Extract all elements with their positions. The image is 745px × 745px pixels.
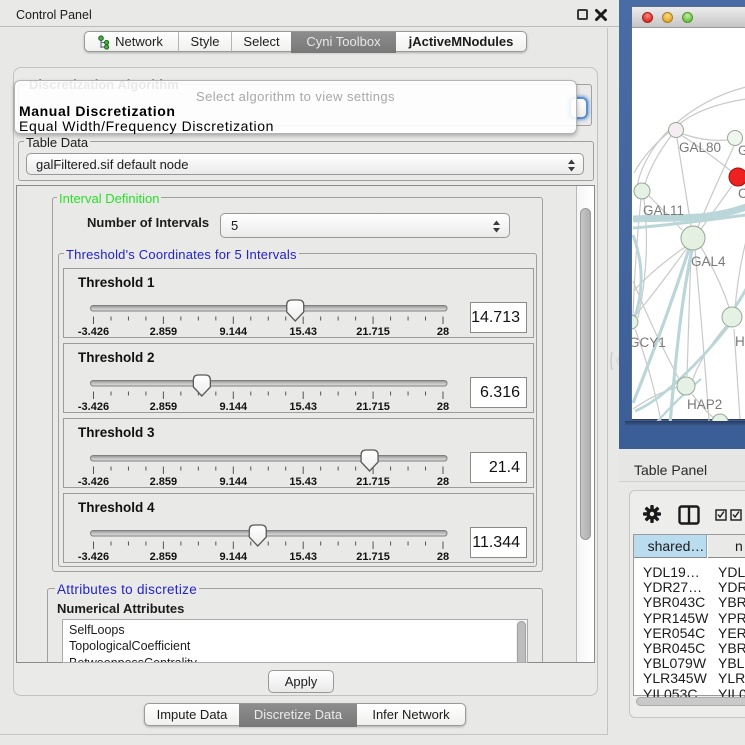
svg-text:15.43: 15.43: [289, 551, 317, 563]
svg-text:28: 28: [437, 551, 449, 563]
svg-text:21.715: 21.715: [356, 476, 390, 488]
svg-text:2.859: 2.859: [150, 551, 178, 563]
svg-text:28: 28: [437, 476, 449, 488]
svg-text:9.144: 9.144: [220, 476, 248, 488]
svg-text:-3.426: -3.426: [78, 476, 109, 488]
svg-text:21.715: 21.715: [356, 551, 390, 563]
svg-text:GAL4: GAL4: [691, 254, 726, 269]
svg-text:2.859: 2.859: [150, 326, 178, 338]
svg-text:9.144: 9.144: [220, 551, 248, 563]
svg-text:15.43: 15.43: [289, 401, 317, 413]
svg-text:GAL11: GAL11: [643, 203, 684, 218]
svg-text:GCY1: GCY1: [632, 335, 666, 350]
svg-text:H: H: [735, 334, 745, 349]
svg-text:C: C: [738, 186, 745, 201]
svg-text:HAP2: HAP2: [687, 397, 722, 412]
svg-text:21.715: 21.715: [356, 326, 390, 338]
svg-text:-3.426: -3.426: [78, 401, 109, 413]
svg-text:15.43: 15.43: [289, 326, 317, 338]
svg-text:9.144: 9.144: [220, 401, 248, 413]
svg-text:GA: GA: [738, 143, 745, 158]
svg-text:2.859: 2.859: [150, 476, 178, 488]
svg-text:9.144: 9.144: [220, 326, 248, 338]
svg-text:15.43: 15.43: [289, 476, 317, 488]
svg-text:28: 28: [437, 401, 449, 413]
svg-text:21.715: 21.715: [356, 401, 390, 413]
svg-text:-3.426: -3.426: [78, 326, 109, 338]
svg-text:-3.426: -3.426: [78, 551, 109, 563]
svg-text:2.859: 2.859: [150, 401, 178, 413]
svg-text:GAL80: GAL80: [679, 140, 721, 155]
svg-text:28: 28: [437, 326, 449, 338]
